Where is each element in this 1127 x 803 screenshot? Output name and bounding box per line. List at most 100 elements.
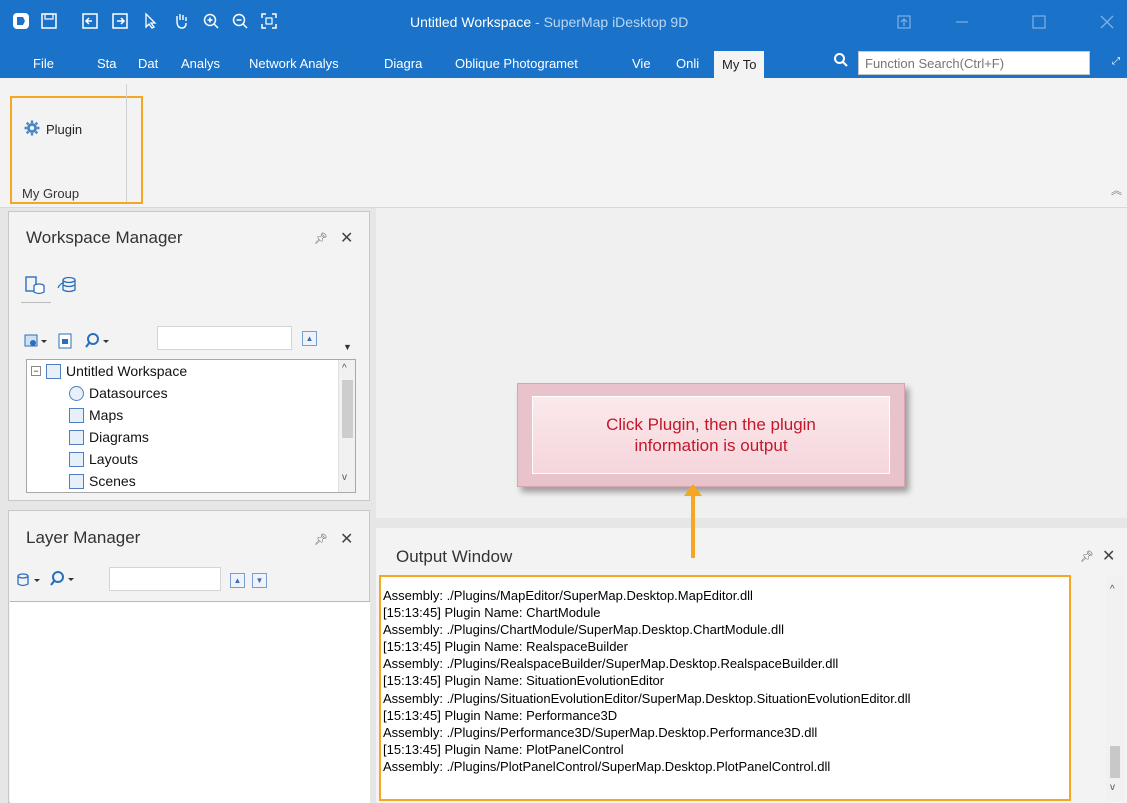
layer-manager-title: Layer Manager	[26, 528, 141, 547]
zoom-in-icon[interactable]	[200, 10, 222, 32]
tab-diagram[interactable]: Diagra	[384, 56, 422, 71]
workspace-manager-panel: Workspace Manager 📌︎ ✕ ▲ ▼ − Untitled Wo…	[8, 211, 370, 501]
plugin-button-label: Plugin	[46, 122, 83, 137]
log-line: Assembly: ./Plugins/Performance3D/SuperM…	[383, 724, 818, 740]
scroll-down-arrow[interactable]: v	[342, 472, 347, 483]
output-scrollbar[interactable]: ^ v	[1106, 576, 1124, 801]
view-options-icon[interactable]	[24, 333, 48, 352]
search-icon[interactable]	[84, 332, 112, 353]
scroll-up-arrow[interactable]: ^	[342, 363, 347, 374]
layer-list[interactable]	[10, 601, 370, 803]
open-file-icon[interactable]	[57, 333, 73, 352]
log-line: [15:13:45] Plugin Name: Performance3D	[383, 707, 618, 723]
tree-label: Untitled Workspace	[66, 363, 188, 379]
callout-text: Click Plugin, then the plugin informatio…	[532, 396, 890, 474]
workspace-icon	[46, 363, 61, 379]
tree-item-datasources[interactable]: Datasources	[69, 382, 168, 404]
full-extent-icon[interactable]	[258, 10, 280, 32]
export-icon[interactable]	[109, 10, 131, 32]
tree-label: Layouts	[89, 451, 139, 467]
window-title: Untitled Workspace - SuperMap iDesktop 9…	[410, 14, 689, 30]
scrollbar-thumb[interactable]	[1110, 746, 1120, 778]
scroll-up-button[interactable]: ▲	[302, 331, 317, 346]
group-separator	[126, 84, 127, 202]
workspace-manager-title: Workspace Manager	[26, 228, 183, 247]
collapse-toggle-icon[interactable]: −	[31, 366, 41, 376]
tree-item-scenes[interactable]: Scenes	[69, 470, 136, 492]
add-layer-icon[interactable]	[16, 572, 44, 591]
search-icon[interactable]	[833, 52, 849, 71]
workspace-tree-tab-icon[interactable]	[24, 274, 46, 299]
output-window-panel: Output Window 📌︎ ✕ Assembly: ./Plugins/M…	[376, 528, 1127, 803]
maps-icon	[69, 407, 84, 423]
layer-up-button[interactable]: ▲	[230, 573, 245, 588]
tab-view[interactable]: Vie	[632, 56, 651, 71]
log-line: Assembly: ./Plugins/PlotPanelControl/Sup…	[383, 758, 831, 774]
pin-icon[interactable]: 📌︎	[1080, 550, 1094, 563]
tree-label: Maps	[89, 407, 124, 423]
log-line: [15:13:45] Plugin Name: ChartModule	[383, 605, 601, 621]
tree-item-maps[interactable]: Maps	[69, 404, 123, 426]
annotation-callout: Click Plugin, then the plugin informatio…	[517, 383, 905, 487]
scroll-up-arrow[interactable]: ^	[1110, 584, 1115, 595]
restore-icon[interactable]	[890, 10, 918, 34]
ribbon-body: Plugin My Group ︽	[0, 78, 1127, 208]
function-search-input[interactable]	[858, 51, 1090, 75]
collapse-ribbon-icon[interactable]: ︽	[1111, 182, 1122, 198]
tree-label: Diagrams	[89, 429, 149, 445]
group-label: My Group	[22, 186, 80, 201]
tree-root-workspace[interactable]: − Untitled Workspace	[31, 360, 187, 382]
tab-data[interactable]: Dat	[138, 56, 158, 71]
fullscreen-icon[interactable]: ⤢	[1112, 56, 1120, 67]
workspace-search-input[interactable]	[157, 326, 292, 350]
active-tab-indicator	[21, 302, 51, 305]
save-icon[interactable]	[38, 10, 60, 32]
title-bar: Untitled Workspace - SuperMap iDesktop 9…	[0, 0, 1127, 48]
tree-scrollbar[interactable]: ^ v	[338, 360, 355, 492]
close-icon[interactable]	[1093, 10, 1121, 34]
layer-down-button[interactable]: ▼	[252, 573, 267, 588]
scroll-down-arrow[interactable]: v	[1110, 782, 1115, 793]
maximize-icon[interactable]	[1025, 10, 1053, 34]
tab-oblique-photogrammetry[interactable]: Oblique Photogramet	[455, 56, 578, 71]
gear-icon	[24, 120, 40, 139]
tree-item-layouts[interactable]: Layouts	[69, 448, 138, 470]
tree-label: Datasources	[89, 385, 168, 401]
output-window-title: Output Window	[396, 547, 513, 566]
toolbar-overflow-icon[interactable]: ▼	[343, 342, 352, 352]
app-logo-icon[interactable]	[10, 10, 32, 32]
datasource-tab-icon[interactable]	[56, 274, 78, 299]
output-log-text: Assembly: ./Plugins/MapEditor/SuperMap.D…	[383, 587, 1083, 775]
search-icon[interactable]	[49, 570, 77, 591]
log-line: [15:13:45] Plugin Name: RealspaceBuilder	[383, 639, 628, 655]
workspace-tree: − Untitled Workspace Datasources Maps Di…	[26, 359, 356, 493]
log-line: Assembly: ./Plugins/MapEditor/SuperMap.D…	[383, 588, 753, 603]
callout-arrow-line	[691, 494, 695, 558]
tab-file[interactable]: File	[33, 56, 54, 71]
close-panel-icon[interactable]: ✕	[340, 228, 353, 248]
tab-start[interactable]: Sta	[97, 56, 117, 71]
tree-item-diagrams[interactable]: Diagrams	[69, 426, 149, 448]
tab-my-tools[interactable]: My To	[714, 51, 765, 78]
tab-network-analysis[interactable]: Network Analys	[249, 56, 339, 71]
log-line: [15:13:45] Plugin Name: SituationEvoluti…	[383, 673, 665, 689]
pan-hand-icon[interactable]	[170, 10, 192, 32]
layer-search-input[interactable]	[109, 567, 221, 591]
close-panel-icon[interactable]: ✕	[340, 529, 353, 549]
minimize-icon[interactable]	[948, 10, 976, 34]
scenes-icon	[69, 473, 84, 489]
tab-online[interactable]: Onli	[676, 56, 699, 71]
open-icon[interactable]	[79, 10, 101, 32]
layer-manager-panel: Layer Manager 📌︎ ✕ ▲ ▼	[8, 510, 370, 803]
tab-analysis[interactable]: Analys	[181, 56, 220, 71]
pin-icon[interactable]: 📌︎	[314, 232, 328, 245]
select-arrow-icon[interactable]	[140, 10, 162, 32]
close-panel-icon[interactable]: ✕	[1102, 546, 1115, 566]
diagrams-icon	[69, 429, 84, 445]
plugin-button[interactable]: Plugin	[24, 120, 82, 139]
zoom-out-icon[interactable]	[229, 10, 251, 32]
scrollbar-thumb[interactable]	[342, 380, 353, 438]
log-line: Assembly: ./Plugins/RealspaceBuilder/Sup…	[383, 656, 839, 672]
log-line: Assembly: ./Plugins/ChartModule/SuperMap…	[383, 622, 785, 638]
pin-icon[interactable]: 📌︎	[314, 533, 328, 546]
